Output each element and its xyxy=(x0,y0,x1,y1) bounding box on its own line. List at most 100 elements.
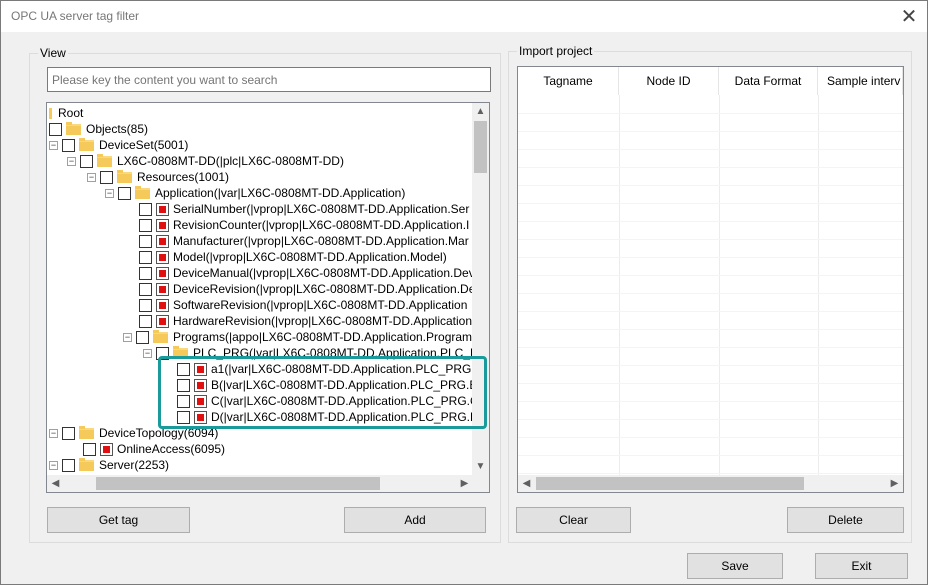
node-checkbox[interactable] xyxy=(139,298,152,312)
tree-node[interactable]: SoftwareRevision(|vprop|LX6C-0808MT-DD.A… xyxy=(139,297,467,313)
tree-node[interactable]: − DeviceSet(5001) xyxy=(49,137,188,153)
column-header-node-id[interactable]: Node ID xyxy=(619,67,719,95)
tree-node-label: Programs(|appo|LX6C-0808MT-DD.Applicatio… xyxy=(173,330,473,344)
close-icon[interactable]: ✕ xyxy=(895,4,923,28)
node-checkbox[interactable] xyxy=(139,266,152,280)
tree-node[interactable]: a1(|var|LX6C-0808MT-DD.Application.PLC_P… xyxy=(177,361,473,377)
node-checkbox[interactable] xyxy=(139,314,152,328)
delete-button[interactable]: Delete xyxy=(787,507,904,533)
search-input[interactable] xyxy=(47,67,491,92)
tree-node[interactable]: B(|var|LX6C-0808MT-DD.Application.PLC_PR… xyxy=(177,377,473,393)
collapse-icon[interactable]: − xyxy=(67,156,76,166)
exit-button[interactable]: Exit xyxy=(815,553,908,579)
scroll-thumb[interactable] xyxy=(96,477,380,490)
scroll-left-icon[interactable]: ◀ xyxy=(47,475,64,492)
node-checkbox[interactable] xyxy=(156,346,169,360)
collapse-icon[interactable]: − xyxy=(49,428,58,438)
tree-horizontal-scrollbar[interactable]: ◀ ▶ xyxy=(47,475,473,492)
tree-node-label: OnlineAccess(6095) xyxy=(117,442,226,456)
tree-node[interactable]: − Application(|var|LX6C-0808MT-DD.Applica… xyxy=(105,185,405,201)
collapse-icon[interactable]: − xyxy=(105,188,114,198)
grid-line xyxy=(518,401,903,402)
node-checkbox[interactable] xyxy=(118,186,131,200)
tag-variable-icon xyxy=(156,234,169,248)
column-header-sample-interval[interactable]: Sample interv xyxy=(818,67,903,95)
scroll-down-icon[interactable]: ▼ xyxy=(472,458,489,475)
tree-node[interactable]: − PLC_PRG(|var|LX6C-0808MT-DD.Application… xyxy=(143,345,473,361)
node-checkbox[interactable] xyxy=(177,394,190,408)
tree-node[interactable]: DeviceManual(|vprop|LX6C-0808MT-DD.Appli… xyxy=(139,265,473,281)
get-tag-button[interactable]: Get tag xyxy=(47,507,190,533)
column-header-tagname[interactable]: Tagname xyxy=(518,67,619,95)
node-checkbox[interactable] xyxy=(49,122,62,136)
node-checkbox[interactable] xyxy=(139,202,152,216)
window-title: OPC UA server tag filter xyxy=(11,9,140,23)
scroll-thumb[interactable] xyxy=(536,477,804,490)
tag-tree[interactable]: Root Objects(85) − DeviceSet(5001) − LX6C-080… xyxy=(46,102,490,493)
add-button[interactable]: Add xyxy=(344,507,486,533)
grid-line xyxy=(518,437,903,438)
tree-node[interactable]: Model(|vprop|LX6C-0808MT-DD.Application.… xyxy=(139,249,447,265)
tree-node[interactable]: − Server(2253) xyxy=(49,457,169,473)
grid-line xyxy=(518,131,903,132)
node-checkbox[interactable] xyxy=(139,218,152,232)
collapse-icon[interactable]: − xyxy=(49,140,58,150)
scroll-thumb[interactable] xyxy=(474,121,487,173)
node-checkbox[interactable] xyxy=(139,250,152,264)
tree-node[interactable]: − Programs(|appo|LX6C-0808MT-DD.Applicati… xyxy=(123,329,472,345)
tree-node[interactable]: Root xyxy=(49,105,83,121)
tree-node[interactable]: − LX6C-0808MT-DD(|plc|LX6C-0808MT-DD) xyxy=(67,153,344,169)
save-button[interactable]: Save xyxy=(687,553,783,579)
node-checkbox[interactable] xyxy=(177,362,190,376)
tree-node[interactable]: SerialNumber(|vprop|LX6C-0808MT-DD.Appli… xyxy=(139,201,469,217)
import-project-label: Import project xyxy=(517,44,595,58)
tree-node[interactable]: Manufacturer(|vprop|LX6C-0808MT-DD.Appli… xyxy=(139,233,469,249)
tree-vertical-scrollbar[interactable]: ▲ ▼ xyxy=(472,103,489,475)
grid-line xyxy=(518,275,903,276)
node-checkbox[interactable] xyxy=(177,378,190,392)
scroll-right-icon[interactable]: ▶ xyxy=(886,475,903,492)
table-horizontal-scrollbar[interactable]: ◀ ▶ xyxy=(518,475,903,492)
tree-node-label: Root xyxy=(58,106,84,120)
grid-line xyxy=(518,257,903,258)
collapse-icon[interactable]: − xyxy=(49,460,58,470)
tag-variable-icon xyxy=(194,378,207,392)
node-checkbox[interactable] xyxy=(62,458,75,472)
scroll-corner xyxy=(472,475,489,492)
node-checkbox[interactable] xyxy=(100,170,113,184)
tag-variable-icon xyxy=(194,362,207,376)
tree-node[interactable]: HardwareRevision(|vprop|LX6C-0808MT-DD.A… xyxy=(139,313,472,329)
column-header-data-format[interactable]: Data Format xyxy=(719,67,818,95)
tree-node[interactable]: C(|var|LX6C-0808MT-DD.Application.PLC_PR… xyxy=(177,393,473,409)
node-checkbox[interactable] xyxy=(139,282,152,296)
tree-node[interactable]: D(|var|LX6C-0808MT-DD.Application.PLC_PR… xyxy=(177,409,473,425)
grid-line xyxy=(518,167,903,168)
tree-node[interactable]: OnlineAccess(6095) xyxy=(83,441,225,457)
collapse-icon[interactable]: − xyxy=(123,332,132,342)
tree-node[interactable]: RevisionCounter(|vprop|LX6C-0808MT-DD.Ap… xyxy=(139,217,469,233)
node-checkbox[interactable] xyxy=(136,330,149,344)
node-checkbox[interactable] xyxy=(62,138,75,152)
scroll-left-icon[interactable]: ◀ xyxy=(518,475,535,492)
clear-button[interactable]: Clear xyxy=(516,507,631,533)
tag-variable-icon xyxy=(156,298,169,312)
scroll-up-icon[interactable]: ▲ xyxy=(472,103,489,120)
node-checkbox[interactable] xyxy=(139,234,152,248)
node-checkbox[interactable] xyxy=(83,442,96,456)
grid-line xyxy=(518,383,903,384)
tree-node-label: Model(|vprop|LX6C-0808MT-DD.Application.… xyxy=(173,250,447,264)
import-table[interactable]: Tagname Node ID Data Format Sample inter… xyxy=(517,66,904,493)
tree-node[interactable]: − DeviceTopology(6094) xyxy=(49,425,218,441)
folder-icon xyxy=(153,329,168,343)
collapse-icon[interactable]: − xyxy=(87,172,96,182)
tree-node[interactable]: Objects(85) xyxy=(49,121,148,137)
node-checkbox[interactable] xyxy=(80,154,93,168)
tree-node[interactable]: DeviceRevision(|vprop|LX6C-0808MT-DD.App… xyxy=(139,281,473,297)
tree-node-label: DeviceSet(5001) xyxy=(99,138,189,152)
grid-line xyxy=(518,311,903,312)
tree-node[interactable]: − Resources(1001) xyxy=(87,169,229,185)
node-checkbox[interactable] xyxy=(177,410,190,424)
node-checkbox[interactable] xyxy=(62,426,75,440)
scroll-right-icon[interactable]: ▶ xyxy=(456,475,473,492)
collapse-icon[interactable]: − xyxy=(143,348,152,358)
